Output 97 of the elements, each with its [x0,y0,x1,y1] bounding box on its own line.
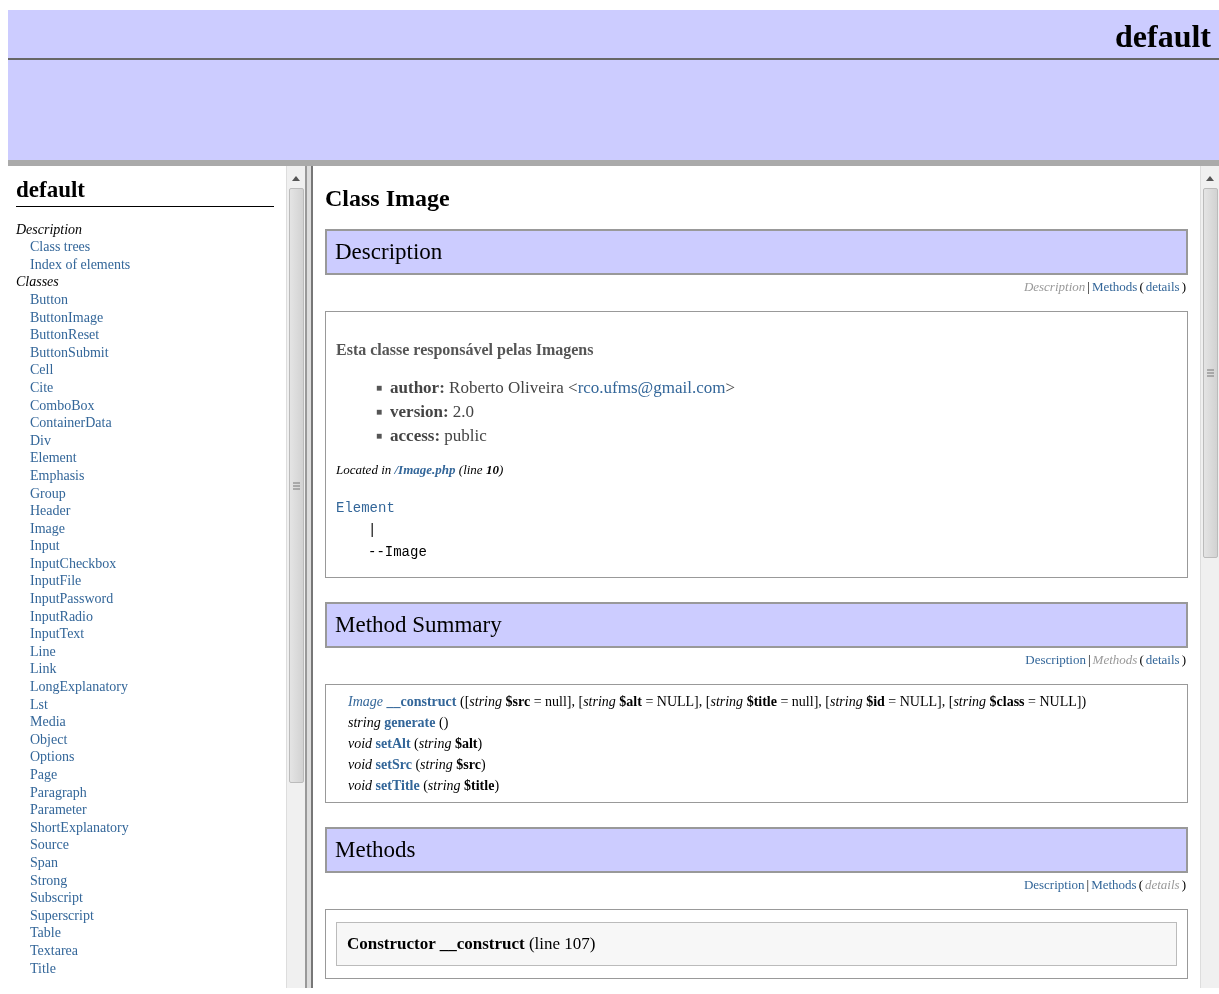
sidebar-link[interactable]: InputPassword [30,590,114,608]
sidebar-link[interactable]: Subscript [30,889,83,907]
nav-link[interactable]: Methods [1091,278,1138,294]
sidebar-link[interactable]: Header [30,502,71,520]
section-heading: Methods [325,827,1188,874]
sidebar-link[interactable]: Textarea [30,941,78,960]
bullet-icon: ■ [376,399,383,424]
sidebar-link[interactable]: InputText [30,625,85,643]
separator-text: | [1086,877,1090,893]
sidebar-link[interactable]: ShortExplanatory [30,818,129,837]
nav-link[interactable]: details [1145,652,1180,668]
nav-link[interactable]: details [1145,278,1180,294]
scroll-up-arrow-icon[interactable] [291,174,301,182]
sidebar-link[interactable]: ButtonImage [30,308,104,327]
tag-item: author: Roberto Oliveira <rco.ufms@gmail.com> [390,376,736,399]
sidebar-link[interactable]: Image [30,519,65,538]
grip-icon [292,481,300,490]
sidebar-link[interactable]: Emphasis [30,466,85,485]
nav-link[interactable]: Description [1025,652,1086,668]
separator-text: ) [1181,278,1186,294]
sidebar-link[interactable]: ContainerData [30,414,112,432]
sidebar-link[interactable]: Cite [30,378,54,397]
separator-text: ) [1181,652,1186,668]
separator-text: ( [1138,877,1143,893]
separator-text: ) [1181,877,1186,893]
tag-item: access: public [390,424,487,447]
sidebar-link[interactable]: Parameter [30,801,87,819]
sidebar-link[interactable]: ButtonSubmit [30,343,109,362]
section-label: Classes [16,273,59,291]
sidebar-link[interactable]: InputRadio [30,607,93,626]
sidebar-title: default [16,176,274,207]
section-heading: Description [325,228,1188,275]
method-signature: Image __construct ([string $src = null], [string $alt = NULL], [string $title = null], [string $id = NULL], [string $class = NULL]) [348,693,1087,712]
nav-link[interactable]: Description [1023,877,1085,893]
sidebar-link[interactable]: ButtonReset [30,326,100,344]
sidebar-link[interactable]: Index of elements [30,255,131,274]
sidebar-link[interactable]: ComboBox [30,396,95,415]
parent-class-link[interactable]: Element [336,497,395,520]
method-link[interactable]: setSrc [375,757,412,773]
method-signature: void setAlt (string $alt) [348,735,483,754]
scroll-up-arrow-icon[interactable] [1205,174,1215,182]
scrollbar[interactable] [286,166,305,988]
method-signature: string generate () [348,714,449,733]
banner-title: default [1115,18,1211,54]
sidebar-link[interactable]: Superscript [30,906,94,925]
nav-link[interactable]: Methods [1091,877,1137,893]
sidebar-link[interactable]: InputFile [30,572,82,591]
sidebar-link[interactable]: Element [30,449,77,467]
section-heading: Method Summary [325,602,1188,649]
sidebar-link[interactable]: Div [30,431,51,450]
bullet-icon: ■ [376,423,383,448]
sidebar-link[interactable]: Span [30,853,58,872]
method-signature: void setTitle (string $title) [348,777,500,796]
sidebar-link[interactable]: Line [30,642,56,661]
email-link[interactable]: rco.ufms@gmail.com [577,377,726,397]
sidebar-link[interactable]: Lst [30,695,48,714]
separator-text: ( [1139,278,1144,294]
sidebar-link[interactable]: Paragraph [30,783,87,802]
file-link[interactable]: /Image.php [394,461,456,477]
sidebar-link[interactable]: Object [30,730,68,749]
type-link[interactable]: Image [348,694,383,710]
separator-text: | [1087,278,1090,294]
sidebar-link[interactable]: Cell [30,361,54,379]
method-entry-title: Constructor __construct (line 107) [336,922,1177,966]
sidebar-link[interactable]: InputCheckbox [30,554,117,573]
grip-icon [1206,369,1214,377]
summary-text: Esta classe responsável pelas Imagens [336,339,595,361]
sidebar-link[interactable]: Link [30,660,57,679]
sidebar-link[interactable]: Source [30,836,69,854]
tag-item: version: 2.0 [390,400,475,423]
scroll-thumb[interactable] [1202,188,1218,558]
method-link[interactable]: setAlt [375,736,411,752]
sidebar-link[interactable]: Media [30,713,66,731]
page-title: Class Image [325,184,451,213]
sidebar-link[interactable]: Options [30,748,75,766]
bullet-icon: ■ [376,375,383,400]
separator-text: | [1088,652,1091,668]
method-link[interactable]: __construct [386,694,457,710]
sidebar-link[interactable]: Page [30,766,58,784]
tree-child: --Image [368,543,427,563]
sidebar-link[interactable]: Group [30,484,66,503]
tree-connector: | [368,521,377,541]
location-text: Located in /Image.php (line 10) [336,460,505,479]
sidebar-link[interactable]: Strong [30,871,68,890]
method-link[interactable]: setTitle [375,778,420,794]
sidebar-link[interactable]: Button [30,290,69,309]
sidebar-link[interactable]: Title [30,959,56,978]
scrollbar[interactable] [1200,166,1219,988]
section-label: Description [16,220,83,239]
sidebar-link[interactable]: Input [30,537,60,555]
sidebar-link[interactable]: Class trees [30,238,91,256]
scroll-thumb[interactable] [288,188,304,783]
method-signature: void setSrc (string $src) [348,756,486,775]
sidebar-link[interactable]: Table [30,924,61,942]
separator-text: ( [1139,652,1144,668]
sidebar-link[interactable]: LongExplanatory [30,678,128,696]
method-link[interactable]: generate [384,715,436,731]
